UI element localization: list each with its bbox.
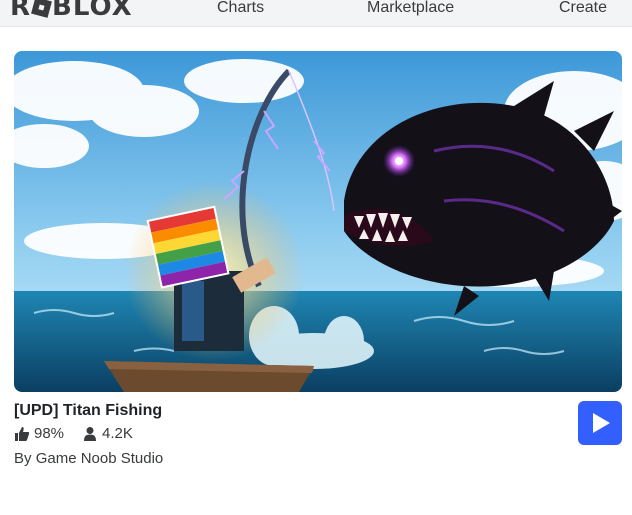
play-button[interactable] xyxy=(578,401,622,445)
creator-link[interactable]: Game Noob Studio xyxy=(36,450,164,467)
rating-value: 98% xyxy=(34,425,65,442)
roblox-logo[interactable]: R BLOX xyxy=(10,0,133,21)
play-icon xyxy=(593,413,610,433)
game-stats: 98% 4.2K xyxy=(14,425,133,442)
nav-marketplace[interactable]: Marketplace xyxy=(367,0,454,17)
nav-charts[interactable]: Charts xyxy=(217,0,264,17)
game-thumbnail[interactable] xyxy=(14,51,622,392)
creator-by-label: By xyxy=(14,450,32,467)
thumbnail-illustration xyxy=(14,51,622,392)
game-title[interactable]: [UPD] Titan Fishing xyxy=(14,402,162,420)
top-navigation-bar: R BLOX Charts Marketplace Create xyxy=(0,0,632,27)
nav-create[interactable]: Create xyxy=(559,0,607,17)
player-count-icon xyxy=(82,426,98,442)
thumbs-up-icon xyxy=(14,426,30,442)
creator-line: By Game Noob Studio xyxy=(14,450,163,467)
player-count-value: 4.2K xyxy=(102,425,133,442)
